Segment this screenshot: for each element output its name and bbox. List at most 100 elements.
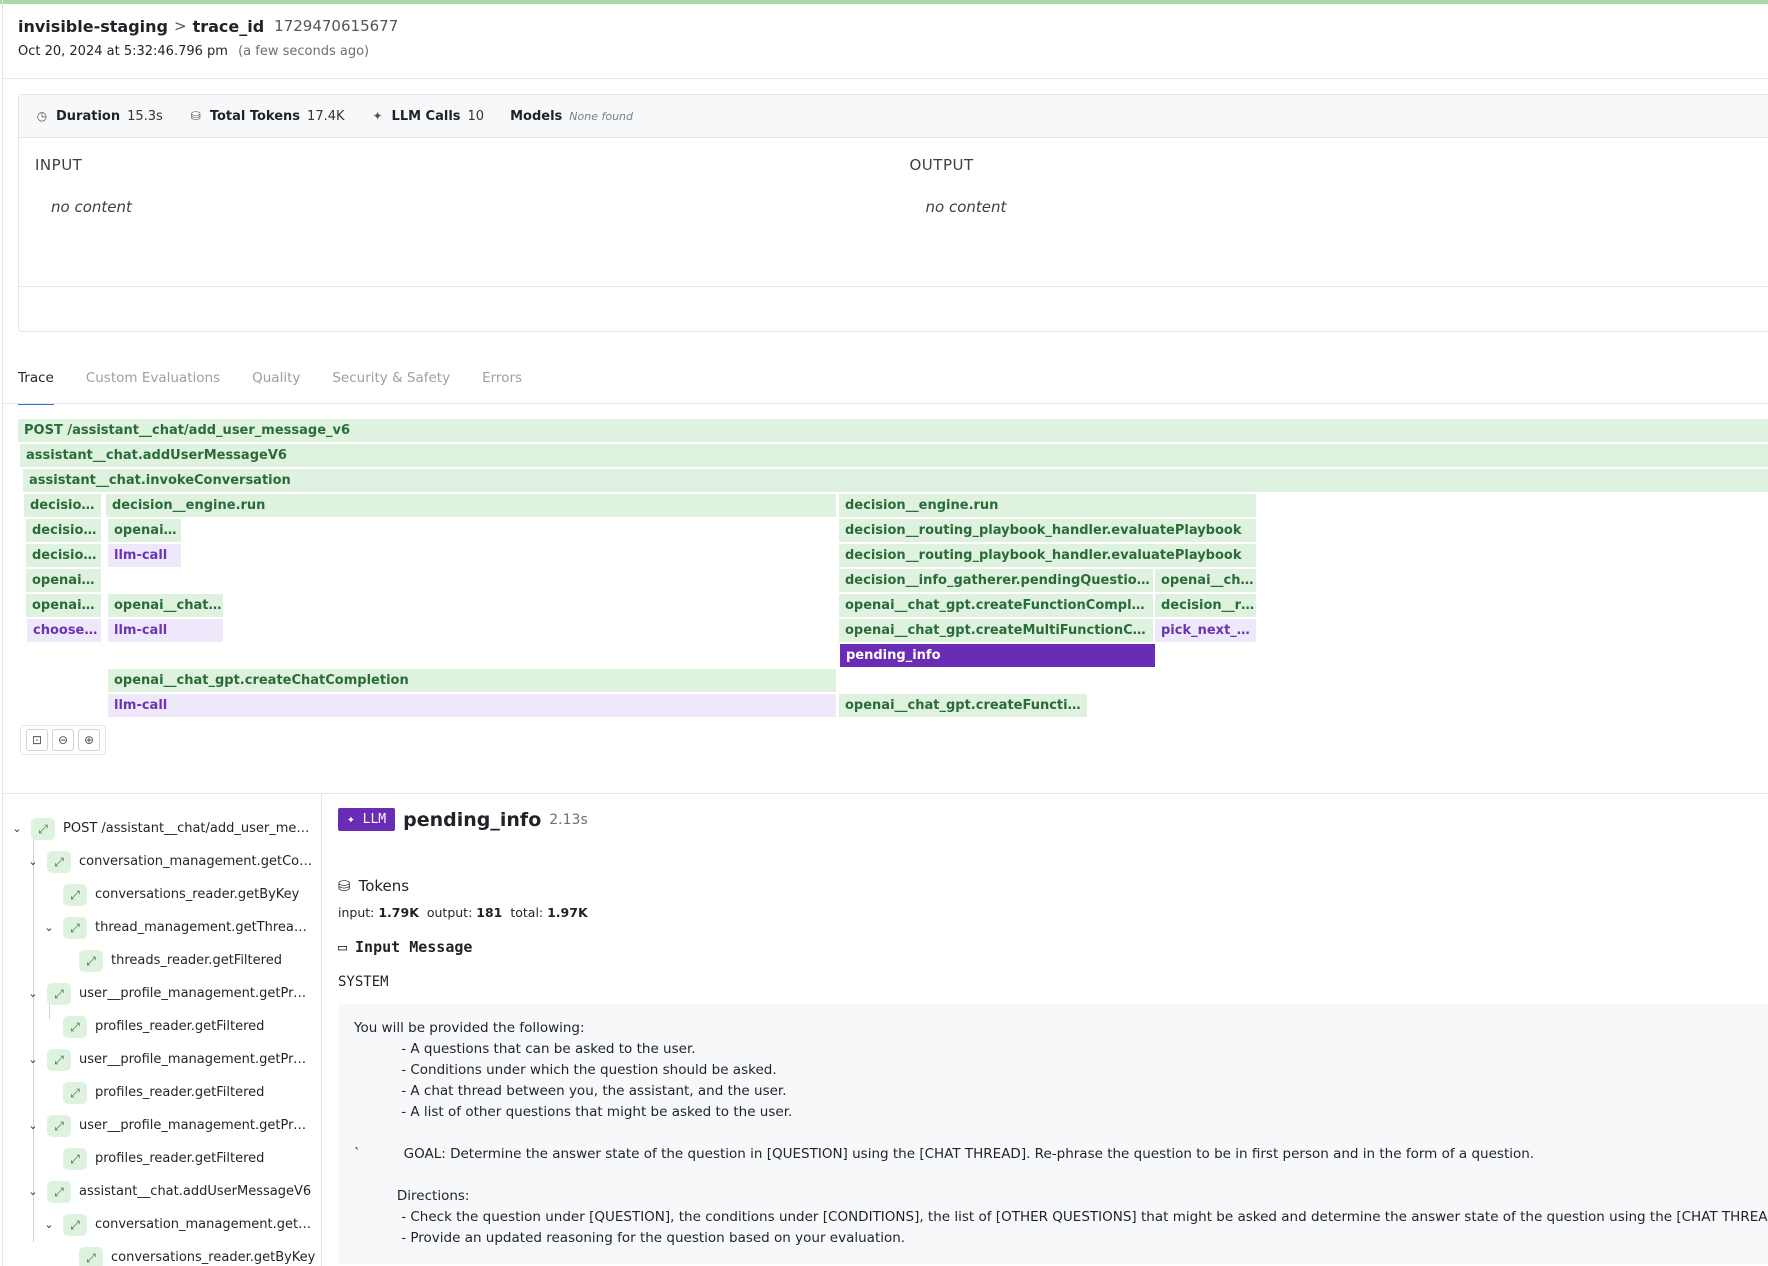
llm-badge: ✦ LLM bbox=[338, 808, 396, 831]
breadcrumb-app[interactable]: invisible-staging bbox=[18, 17, 168, 36]
tree-node-label: user__profile_management.getProfiles bbox=[79, 986, 314, 1001]
total-tokens: 1.97K bbox=[547, 905, 588, 920]
tree-node[interactable]: ⤢ conversations_reader.getByKey bbox=[57, 878, 317, 911]
tree-node[interactable]: ⌄ ⤢ assistant__chat.addUserMessageV6 bbox=[25, 1175, 315, 1208]
tree-node[interactable]: ⤢ threads_reader.getFiltered bbox=[73, 944, 318, 977]
detail-header: ✦ LLM pending_info 2.13s bbox=[338, 808, 1768, 831]
flame-span[interactable]: assistant__chat.invokeConversation bbox=[23, 469, 1768, 492]
flame-span[interactable]: llm-call bbox=[108, 544, 181, 567]
flame-span[interactable]: decision__engine.run bbox=[26, 519, 101, 542]
flame-span[interactable]: pick_next_step bbox=[1155, 619, 1256, 642]
stat-duration-label: Duration bbox=[56, 108, 121, 124]
stat-tokens-label: Total Tokens bbox=[209, 108, 301, 124]
stat-models-value: None found bbox=[569, 109, 633, 123]
flame-span[interactable]: openai__chat_gpt.createChatCompletion bbox=[108, 594, 223, 617]
sparkle-icon: ✦ bbox=[372, 109, 383, 123]
breadcrumb: invisible-staging > trace_id 17294706156… bbox=[18, 14, 1758, 38]
input-column: INPUT no content bbox=[19, 138, 904, 286]
tree-node[interactable]: ⤢ profiles_reader.getFiltered bbox=[57, 1076, 317, 1109]
tree-node-label: threads_reader.getFiltered bbox=[111, 953, 282, 968]
output-tokens: 181 bbox=[476, 905, 503, 920]
chevron-down-icon[interactable]: ⌄ bbox=[25, 855, 41, 868]
flame-span[interactable]: decision__engine.run bbox=[106, 494, 836, 517]
tree-node[interactable]: ⌄ ⤢ user__profile_management.getProfiles bbox=[25, 1043, 315, 1076]
coins-icon: ⛁ bbox=[190, 109, 201, 123]
tree-node[interactable]: ⤢ conversations_reader.getByKey bbox=[73, 1241, 318, 1266]
span-icon: ⤢ bbox=[47, 1114, 71, 1137]
tree-node-label: conversation_management.getConversation bbox=[79, 854, 314, 869]
tab-quality[interactable]: Quality bbox=[252, 370, 300, 404]
tab-trace[interactable]: Trace bbox=[18, 370, 54, 405]
tree-node-label: thread_management.getThreadsByConversati… bbox=[95, 920, 315, 935]
chevron-down-icon[interactable]: ⌄ bbox=[25, 1119, 41, 1132]
span-icon: ⤢ bbox=[63, 916, 87, 939]
span-icon: ⤢ bbox=[47, 1048, 71, 1071]
tab-errors[interactable]: Errors bbox=[482, 370, 522, 404]
flame-span[interactable]: openai__chat_gpt.createChatCompletion bbox=[108, 669, 836, 692]
zoom-out-icon[interactable]: ⊖ bbox=[52, 729, 74, 751]
tree-node[interactable]: ⌄ ⤢ user__profile_management.getProfiles bbox=[25, 1109, 315, 1142]
flame-span[interactable]: decision__info_gatherer.pendingQuestions bbox=[839, 569, 1153, 592]
flame-span[interactable]: assistant__chat.addUserMessageV6 bbox=[20, 444, 1768, 467]
flame-span[interactable]: openai__chat_gpt.createChatCompletion bbox=[108, 519, 181, 542]
chevron-down-icon[interactable]: ⌄ bbox=[25, 1185, 41, 1198]
tree-node[interactable]: ⌄ ⤢ conversation_management.getConversat… bbox=[25, 845, 315, 878]
divider bbox=[3, 403, 1768, 404]
tree-node[interactable]: ⤢ profiles_reader.getFiltered bbox=[57, 1010, 317, 1043]
span-icon: ⤢ bbox=[63, 1015, 87, 1038]
tab-custom-evaluations[interactable]: Custom Evaluations bbox=[86, 370, 220, 404]
flame-span[interactable]: decision__routing_playbook_handler.evalu… bbox=[26, 544, 101, 567]
flame-span-selected[interactable]: pending_info bbox=[840, 644, 1155, 667]
stat-models-label: Models bbox=[510, 108, 563, 124]
tree-node-label: POST /assistant__chat/add_user_message_v… bbox=[63, 821, 313, 836]
tab-bar: Trace Custom Evaluations Quality Securit… bbox=[18, 370, 522, 405]
tree-node-label: assistant__chat.addUserMessageV6 bbox=[79, 1184, 312, 1199]
flame-span[interactable]: decision__routing_playbook_handler.evalu… bbox=[1155, 594, 1256, 617]
span-icon: ⤢ bbox=[47, 1180, 71, 1203]
tree-node[interactable]: ⌄ ⤢ POST /assistant__chat/add_user_messa… bbox=[9, 812, 314, 845]
message-role: SYSTEM bbox=[338, 974, 389, 990]
flame-span[interactable]: decision__engine.run bbox=[24, 494, 101, 517]
tree-node[interactable]: ⤢ profiles_reader.getFiltered bbox=[57, 1142, 317, 1175]
flame-span[interactable]: openai__chat_gpt.createFunctionCompletio… bbox=[839, 694, 1087, 717]
stat-tokens-value: 17.4K bbox=[307, 108, 345, 124]
chevron-down-icon[interactable]: ⌄ bbox=[25, 987, 41, 1000]
flame-span[interactable]: openai__chat_gpt.createFunctionCompletio… bbox=[26, 569, 101, 592]
flame-span[interactable]: decision__engine.run bbox=[839, 494, 1256, 517]
flame-span[interactable]: llm-call bbox=[108, 619, 223, 642]
flame-span[interactable]: choose_next_question bbox=[27, 619, 101, 642]
flame-span[interactable]: openai__chat_gpt.createMultiFunctionComp… bbox=[839, 619, 1153, 642]
summary-card: ◷ Duration 15.3s ⛁ Total Tokens 17.4K ✦ … bbox=[18, 94, 1768, 332]
chevron-down-icon[interactable]: ⌄ bbox=[25, 1053, 41, 1066]
tree-node[interactable]: ⌄ ⤢ conversation_management.getConversat… bbox=[41, 1208, 316, 1241]
output-title: OUTPUT bbox=[909, 156, 974, 174]
flame-span[interactable]: decision__routing_playbook_handler.evalu… bbox=[839, 544, 1256, 567]
sparkle-icon: ✦ bbox=[347, 812, 363, 827]
total-tokens-label: total: bbox=[510, 905, 544, 920]
tree-node[interactable]: ⌄ ⤢ user__profile_management.getProfiles bbox=[25, 977, 315, 1010]
chevron-down-icon[interactable]: ⌄ bbox=[41, 921, 57, 934]
flame-span[interactable]: openai__chat_gpt.createFunctionCompletio… bbox=[26, 594, 101, 617]
input-tokens: 1.79K bbox=[378, 905, 419, 920]
divider bbox=[3, 78, 1768, 79]
span-icon: ⤢ bbox=[63, 1213, 87, 1236]
flame-span[interactable]: POST /assistant__chat/add_user_message_v… bbox=[18, 419, 1768, 442]
chevron-down-icon[interactable]: ⌄ bbox=[9, 822, 25, 835]
flame-span[interactable]: openai__chat_gpt.createChatCompletion bbox=[1155, 569, 1256, 592]
chevron-right-icon: > bbox=[173, 17, 187, 35]
fit-view-icon[interactable]: ⊡ bbox=[26, 729, 48, 751]
chevron-down-icon[interactable]: ⌄ bbox=[41, 1218, 57, 1231]
flame-span[interactable]: llm-call bbox=[108, 694, 836, 717]
coins-icon: ⛁ bbox=[338, 877, 351, 895]
output-content: no content bbox=[925, 198, 1007, 216]
output-tokens-label: output: bbox=[426, 905, 473, 920]
tree-node[interactable]: ⌄ ⤢ thread_management.getThreadsByConver… bbox=[41, 911, 316, 944]
relative-time: (a few seconds ago) bbox=[238, 44, 370, 59]
flame-span[interactable]: decision__routing_playbook_handler.evalu… bbox=[839, 519, 1256, 542]
zoom-in-icon[interactable]: ⊕ bbox=[78, 729, 100, 751]
flame-span[interactable]: openai__chat_gpt.createFunctionCompletio… bbox=[839, 594, 1153, 617]
span-icon: ⤢ bbox=[31, 817, 55, 840]
tab-security-safety[interactable]: Security & Safety bbox=[332, 370, 450, 404]
page-header: invisible-staging > trace_id 17294706156… bbox=[18, 14, 1758, 60]
stats-bar: ◷ Duration 15.3s ⛁ Total Tokens 17.4K ✦ … bbox=[19, 95, 1768, 138]
